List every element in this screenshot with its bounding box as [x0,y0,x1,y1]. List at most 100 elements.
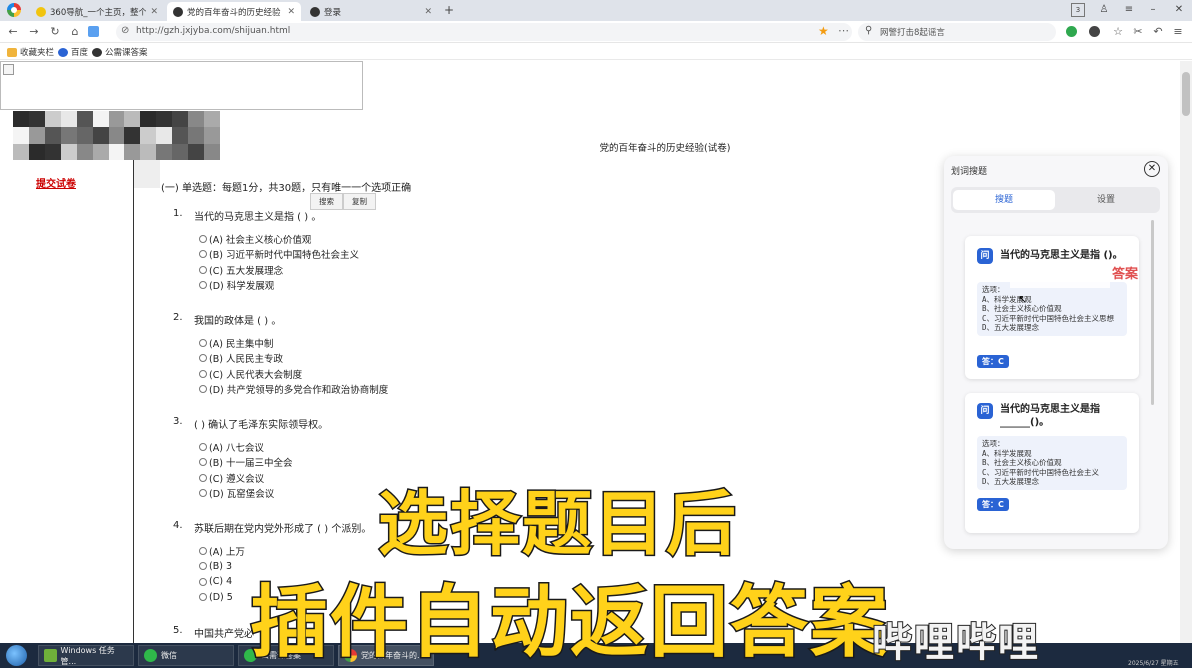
dark-extension-icon[interactable] [1089,26,1100,37]
close-window-icon[interactable]: ✕ [1172,3,1186,17]
radio-button[interactable] [199,546,207,555]
option[interactable]: (C) 4 [199,574,245,590]
result-card[interactable]: 问 当代的马克思主义是指______()。 选项： A、科学发展观 B、社会主义… [965,393,1139,533]
mosaic-pixel [28,143,45,160]
bookmark-favorites[interactable]: 收藏夹栏 [7,46,54,58]
tab-favicon-icon [173,6,183,17]
options-label: 选项： [982,439,1005,448]
radio-button[interactable] [199,265,207,274]
copy-button[interactable]: 复制 [343,193,376,210]
option[interactable]: (D) 共产党领导的多党合作和政治协商制度 [199,382,388,398]
back-icon[interactable]: ← [6,25,20,39]
radio-button[interactable] [199,385,207,394]
grey-block [134,160,160,188]
home-icon[interactable]: ⌂ [68,25,82,39]
option[interactable]: (A) 民主集中制 [199,335,388,351]
close-icon[interactable]: ✕ [287,7,295,17]
radio-button[interactable] [199,473,207,482]
page-title: 党的百年奋斗的历史经验(试卷) [599,143,731,154]
taskbar-item-wechat[interactable]: 微信 [138,645,234,666]
submit-exam-link[interactable]: 提交试卷 [36,175,76,190]
address-bar[interactable]: ⊘ http://gzh.jxjyba.com/shijuan.html ★ ⋯ [116,23,852,41]
url-text[interactable]: http://gzh.jxjyba.com/shijuan.html [136,26,290,36]
more-tools-icon[interactable]: ≡ [1171,25,1185,39]
scissors-icon[interactable]: ✂ [1131,25,1145,39]
menu-icon[interactable]: ≡ [1122,3,1136,17]
close-icon[interactable]: ✕ [150,7,158,17]
tab-settings[interactable]: 设置 [1055,190,1157,210]
green-extension-icon[interactable] [1066,26,1077,37]
tab-count-icon[interactable]: 3 [1071,3,1085,17]
option[interactable]: (B) 人民民主专政 [199,351,388,367]
option[interactable]: (B) 3 [199,559,245,575]
question-text[interactable]: 苏联后期在党内党外形成了 ( ) 个派别。 [194,520,371,535]
extension-icon[interactable] [88,26,99,37]
result-scrollbar[interactable] [1151,220,1154,405]
radio-button[interactable] [199,354,207,363]
browser-logo-icon[interactable] [7,3,21,17]
search-plugin-panel: 划词搜题 ✕ 搜题 设置 问 当代的马克思主义是指 ()。 选项： A、科学发展… [944,156,1168,549]
result-card[interactable]: 问 当代的马克思主义是指 ()。 选项： A、科学发展观 B、社会主义核心价值观… [965,236,1139,379]
star-icon[interactable]: ★ [818,24,829,38]
radio-button[interactable] [199,458,207,467]
radio-button[interactable] [199,369,207,378]
popup-answer-label[interactable]: 答案 [1112,263,1138,282]
tab-exam[interactable]: 党的百年奋斗的历史经验 ✕ [167,2,301,21]
bookmark-label: 收藏夹栏 [20,48,55,58]
question-text[interactable]: ( ) 确认了毛泽东实际领导权。 [194,416,328,431]
bookmark-baidu[interactable]: 百度 [58,46,88,58]
close-icon[interactable]: ✕ [424,7,432,17]
taskbar-clock[interactable]: 2025/6/27 星期五 [1128,658,1179,667]
radio-button[interactable] [199,281,207,290]
page-scrollbar[interactable] [1180,61,1192,643]
option[interactable]: (D) 5 [199,590,245,606]
undo-icon[interactable]: ↶ [1151,25,1165,39]
option[interactable]: (B) 十一届三中全会 [199,455,292,471]
option[interactable]: (A) 上万 [199,543,245,559]
radio-button[interactable] [199,442,207,451]
minimize-icon[interactable]: – [1146,3,1160,17]
forward-icon[interactable]: → [27,25,41,39]
radio-button[interactable] [199,234,207,243]
new-tab-button[interactable]: + [444,3,454,17]
security-icon[interactable]: ⊘ [121,25,129,36]
tab-360-nav[interactable]: 360导航_一个主页，整个世界 ✕ [30,2,164,21]
question-text[interactable]: 当代的马克思主义是指 ( ) 。 [194,208,321,223]
option[interactable]: (D) 科学发展观 [199,278,359,294]
option[interactable]: (A) 社会主义核心价值观 [199,231,359,247]
option[interactable]: (C) 人民代表大会制度 [199,366,388,382]
radio-button[interactable] [199,562,207,571]
mosaic-pixel [204,143,220,160]
refresh-icon[interactable]: ↻ [48,25,62,39]
options-list: (A) 八七会议 (B) 十一届三中全会 (C) 遵义会议 (D) 瓦窑堡会议 [199,439,292,501]
radio-button[interactable] [199,338,207,347]
radio-button[interactable] [199,250,207,259]
scrollbar-thumb[interactable] [1182,72,1190,116]
tab-login[interactable]: 登录 ✕ [304,2,438,21]
radio-button[interactable] [199,593,207,602]
bookmark-answers[interactable]: 公需课答案 [92,46,148,58]
tab-search[interactable]: 搜题 [953,190,1055,210]
mosaic-pixel [172,143,189,160]
option[interactable]: (B) 习近平新时代中国特色社会主义 [199,247,359,263]
mosaic-pixel [13,111,29,128]
result-option: C、习近平新时代中国特色社会主义思想 [982,313,1115,323]
option[interactable]: (D) 瓦窑堡会议 [199,486,292,502]
more-icon[interactable]: ⋯ [838,24,849,37]
search-input[interactable]: ⚲ 网警打击8起谣言 [858,23,1056,41]
option-label: (D) 瓦窑堡会议 [209,489,275,501]
favorites-icon[interactable]: ☆ [1111,25,1125,39]
shirt-skin-icon[interactable]: ♙ [1097,3,1111,17]
option[interactable]: (A) 八七会议 [199,439,292,455]
option[interactable]: (C) 遵义会议 [199,470,292,486]
question-text[interactable]: 我国的政体是 ( ) 。 [194,312,281,327]
question-text[interactable]: 中国共产党必 [194,625,254,640]
result-options: 选项： A、科学发展观 B、社会主义核心价值观 C、习近平新时代中国特色社会主义… [977,282,1127,336]
close-icon[interactable]: ✕ [1144,161,1160,177]
option[interactable]: (C) 五大发展理念 [199,262,359,278]
taskbar-item-task-manager[interactable]: Windows 任务管... [38,645,134,666]
radio-button[interactable] [199,489,207,498]
plugin-title: 划词搜题 [951,167,988,177]
start-button[interactable] [6,645,27,666]
radio-button[interactable] [199,577,207,586]
